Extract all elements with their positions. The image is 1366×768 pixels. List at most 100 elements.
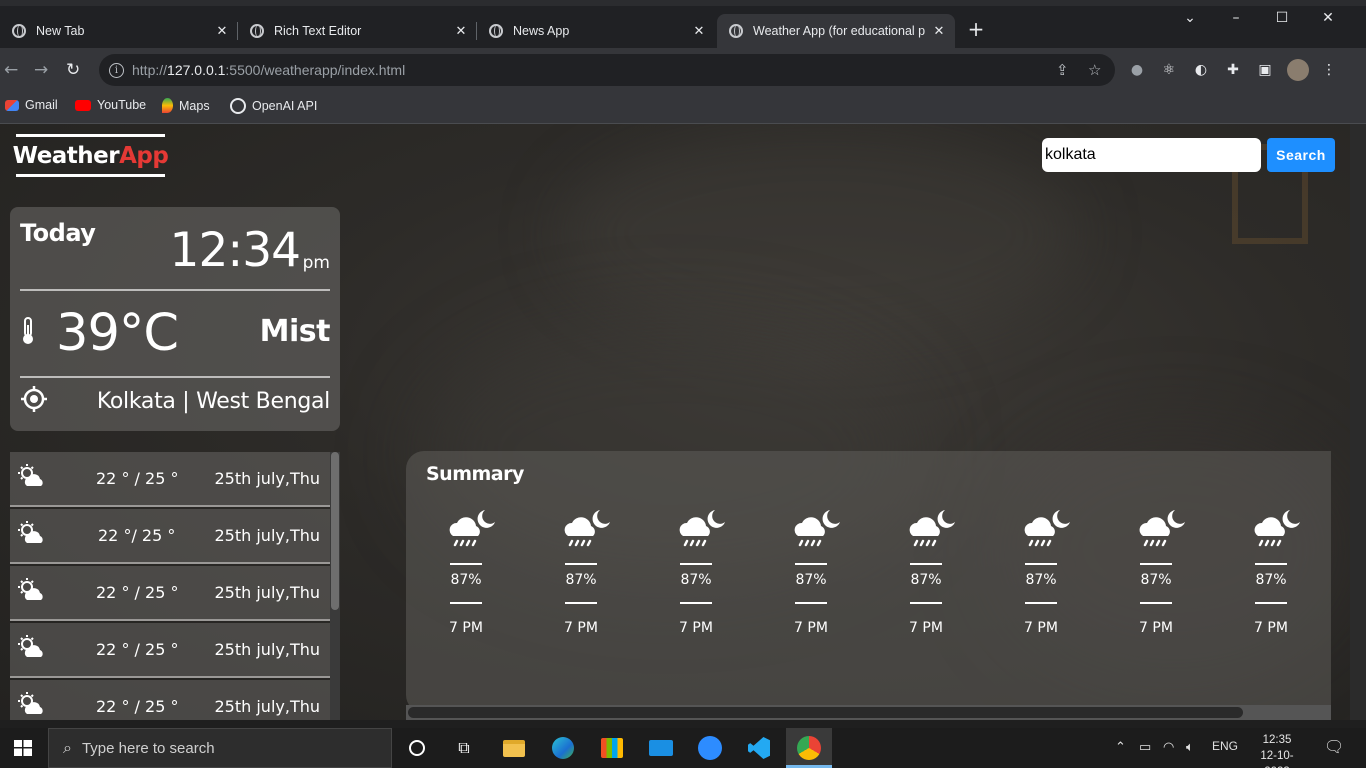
extension-icon[interactable]: ◐ bbox=[1193, 62, 1209, 78]
windows-start-icon[interactable] bbox=[14, 740, 32, 756]
bookmark-openai[interactable]: OpenAI API bbox=[230, 98, 317, 114]
humidity-percent: 87% bbox=[795, 572, 827, 588]
info-icon[interactable]: i bbox=[109, 62, 124, 78]
close-window-icon[interactable]: ✕ bbox=[1318, 10, 1338, 26]
divider bbox=[565, 602, 597, 604]
divider bbox=[20, 289, 330, 291]
minimize-icon[interactable]: – bbox=[1226, 10, 1246, 26]
new-tab-button[interactable]: + bbox=[966, 17, 986, 41]
taskbar-search-placeholder: Type here to search bbox=[81, 739, 215, 757]
taskbar-search[interactable]: ⌕ Type here to search bbox=[48, 728, 392, 768]
tab-new-tab[interactable]: New Tab ✕ bbox=[0, 14, 238, 48]
notifications-icon[interactable]: 🗨︎ bbox=[1324, 737, 1344, 757]
store-icon[interactable] bbox=[597, 734, 627, 762]
bookmark-maps[interactable]: Maps bbox=[162, 98, 210, 113]
forecast-row: 22 ° / 25 ° 25th july,Thu bbox=[10, 680, 330, 720]
zoom-icon[interactable] bbox=[695, 734, 725, 762]
maximize-icon[interactable]: ☐ bbox=[1272, 10, 1292, 26]
forecast-row: 22 ° / 25 ° 25th july,Thu bbox=[10, 452, 330, 507]
menu-icon[interactable]: ⋮ bbox=[1321, 62, 1337, 78]
openai-icon bbox=[230, 98, 246, 114]
divider bbox=[1255, 602, 1287, 604]
side-panel-icon[interactable]: ▣ bbox=[1257, 62, 1273, 78]
url-path: :5500/weatherapp/index.html bbox=[225, 62, 406, 78]
divider bbox=[910, 602, 942, 604]
search-button[interactable]: Search bbox=[1267, 138, 1335, 172]
bookmark-youtube[interactable]: YouTube bbox=[75, 98, 146, 112]
bookmark-gmail[interactable]: Gmail bbox=[5, 98, 58, 112]
close-tab-icon[interactable]: ✕ bbox=[929, 24, 949, 39]
maps-icon bbox=[162, 98, 173, 113]
location-name: Kolkata | West Bengal bbox=[96, 389, 330, 414]
taskbar-gap bbox=[0, 720, 1366, 728]
hour-time: 7 PM bbox=[679, 620, 713, 636]
page-scrollbar[interactable] bbox=[1350, 124, 1366, 720]
wifi-icon[interactable]: ◠ bbox=[1163, 739, 1174, 755]
rain-night-icon bbox=[564, 510, 610, 547]
forecast-date: 25th july,Thu bbox=[214, 640, 321, 659]
rain-night-icon bbox=[679, 510, 725, 547]
chrome-taskbar-icon[interactable] bbox=[786, 728, 832, 768]
humidity-percent: 87% bbox=[565, 572, 597, 588]
tab-news-app[interactable]: News App ✕ bbox=[477, 14, 715, 48]
avatar[interactable] bbox=[1287, 59, 1309, 81]
today-card: Today 12:34 pm 39°C Mist Kolkata | West … bbox=[10, 207, 340, 431]
battery-icon[interactable]: ▭ bbox=[1139, 739, 1151, 755]
cortana-icon[interactable] bbox=[402, 734, 432, 762]
divider bbox=[1255, 563, 1287, 565]
taskbar-clock[interactable]: 12:35 12-10-2023 bbox=[1252, 732, 1302, 768]
forecast-row: 22 ° / 25 ° 25th july,Thu bbox=[10, 623, 330, 678]
forecast-row: 22 °/ 25 ° 25th july,Thu bbox=[10, 509, 330, 564]
search-icon: ⌕ bbox=[63, 738, 72, 757]
hour-time: 7 PM bbox=[449, 620, 483, 636]
windows-taskbar: ⌕ Type here to search ⧉ ⌃ ▭ ◠ 🔈︎ ENG 12:… bbox=[0, 720, 1366, 768]
scrollbar-thumb[interactable] bbox=[408, 707, 1243, 718]
tab-search-icon[interactable]: ⌄ bbox=[1180, 10, 1200, 26]
current-temperature: 39°C bbox=[56, 304, 179, 363]
divider bbox=[1140, 563, 1172, 565]
react-devtools-icon[interactable]: ⚛ bbox=[1161, 62, 1177, 78]
youtube-icon bbox=[75, 99, 91, 111]
share-icon[interactable]: ⇪ bbox=[1056, 61, 1069, 79]
mail-icon[interactable] bbox=[646, 734, 676, 762]
divider bbox=[1025, 563, 1057, 565]
humidity-percent: 87% bbox=[1025, 572, 1057, 588]
city-search-input[interactable] bbox=[1042, 138, 1261, 172]
close-tab-icon[interactable]: ✕ bbox=[689, 24, 709, 39]
close-tab-icon[interactable]: ✕ bbox=[212, 24, 232, 39]
reload-icon[interactable]: ↻ bbox=[66, 60, 80, 80]
hour-time: 7 PM bbox=[564, 620, 598, 636]
vscode-icon[interactable] bbox=[744, 734, 774, 762]
sun-cloud-icon bbox=[18, 464, 43, 486]
bookmark-star-icon[interactable]: ☆ bbox=[1088, 61, 1101, 79]
volume-icon[interactable]: 🔈︎ bbox=[1186, 739, 1194, 755]
back-icon[interactable]: ← bbox=[4, 60, 18, 80]
divider bbox=[680, 602, 712, 604]
summary-scrollbar[interactable] bbox=[406, 705, 1331, 720]
rain-night-icon bbox=[1254, 510, 1300, 547]
forecast-scrollbar[interactable] bbox=[330, 452, 340, 720]
tab-weather-app[interactable]: Weather App (for educational p ✕ bbox=[717, 14, 955, 48]
file-explorer-icon[interactable] bbox=[499, 734, 529, 762]
scrollbar-thumb[interactable] bbox=[331, 452, 339, 610]
gmail-icon bbox=[5, 99, 19, 111]
divider bbox=[565, 563, 597, 565]
forecast-list[interactable]: 22 ° / 25 ° 25th july,Thu 22 °/ 25 ° 25t… bbox=[10, 452, 340, 720]
divider bbox=[910, 563, 942, 565]
divider bbox=[1025, 602, 1057, 604]
rain-night-icon bbox=[794, 510, 840, 547]
divider bbox=[795, 563, 827, 565]
close-tab-icon[interactable]: ✕ bbox=[451, 24, 471, 39]
app-logo[interactable]: Weather App bbox=[13, 134, 169, 177]
extension-icon[interactable]: ● bbox=[1129, 62, 1145, 78]
url-bar[interactable]: i http://127.0.0.1:5500/weatherapp/index… bbox=[99, 54, 1115, 86]
hour-time: 7 PM bbox=[1024, 620, 1058, 636]
forecast-date: 25th july,Thu bbox=[214, 469, 321, 488]
edge-icon[interactable] bbox=[548, 734, 578, 762]
tab-rich-text-editor[interactable]: Rich Text Editor ✕ bbox=[238, 14, 477, 48]
forward-icon[interactable]: → bbox=[34, 60, 48, 80]
task-view-icon[interactable]: ⧉ bbox=[449, 734, 479, 762]
language-indicator[interactable]: ENG bbox=[1212, 739, 1238, 753]
show-hidden-icons-icon[interactable]: ⌃ bbox=[1115, 739, 1126, 755]
puzzle-icon[interactable]: ✚ bbox=[1225, 62, 1241, 78]
